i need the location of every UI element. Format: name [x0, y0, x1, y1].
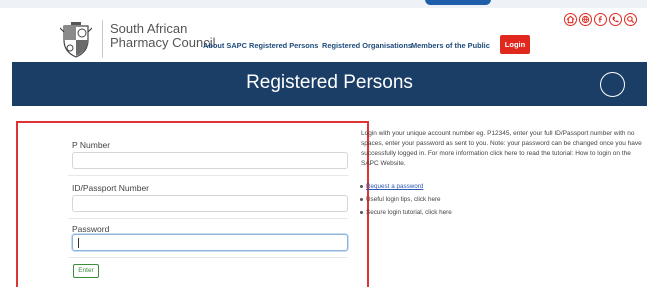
search-icon[interactable] — [624, 13, 637, 26]
brand-line-2: Pharmacy Council — [110, 35, 216, 50]
login-button[interactable]: Login — [500, 35, 530, 54]
home-icon[interactable] — [564, 13, 577, 26]
p-number-input[interactable] — [72, 152, 348, 169]
top-strip-pill — [425, 0, 491, 5]
bullet — [360, 211, 363, 214]
login-tips-link[interactable]: Useful login tips, click here — [366, 196, 441, 203]
globe-icon[interactable] — [579, 13, 592, 26]
password-label: Password — [72, 224, 110, 234]
page-title: Registered Persons — [246, 72, 413, 93]
top-strip — [0, 0, 647, 8]
nav-registered-persons[interactable]: Registered Persons — [249, 41, 318, 50]
logo-separator — [102, 20, 103, 58]
bullet — [360, 198, 363, 201]
sapc-crest-logo[interactable] — [60, 22, 92, 58]
login-instructions: Login with your unique account number eg… — [361, 130, 642, 167]
bullet — [360, 185, 363, 188]
text-caret — [78, 238, 79, 248]
enter-button[interactable]: Enter — [73, 264, 99, 278]
nav-members-of-the-public[interactable]: Members of the Public — [411, 41, 490, 50]
password-input[interactable] — [72, 234, 348, 251]
brand-line-1: South African — [110, 21, 188, 36]
nav-about-sapc[interactable]: About SAPC — [203, 41, 247, 50]
form-divider — [68, 257, 348, 258]
login-tutorial-link[interactable]: Secure login tutorial, click here — [366, 209, 452, 216]
nav-registered-organisations[interactable]: Registered Organisations — [322, 41, 412, 50]
list-item: Request a password — [360, 183, 423, 190]
list-item: Secure login tutorial, click here — [360, 209, 452, 216]
menu-circle-button[interactable] — [600, 72, 625, 97]
page-banner: Registered Persons — [12, 62, 647, 106]
form-divider — [68, 175, 348, 176]
phone-icon[interactable] — [609, 13, 622, 26]
facebook-icon[interactable] — [594, 13, 607, 26]
form-divider — [68, 218, 348, 219]
list-item: Useful login tips, click here — [360, 196, 441, 203]
id-passport-label: ID/Passport Number — [72, 183, 149, 193]
brand-name[interactable]: South African Pharmacy Council — [110, 22, 216, 50]
request-password-link[interactable]: Request a password — [366, 183, 423, 190]
p-number-label: P Number — [72, 140, 111, 150]
id-passport-input[interactable] — [72, 195, 348, 212]
